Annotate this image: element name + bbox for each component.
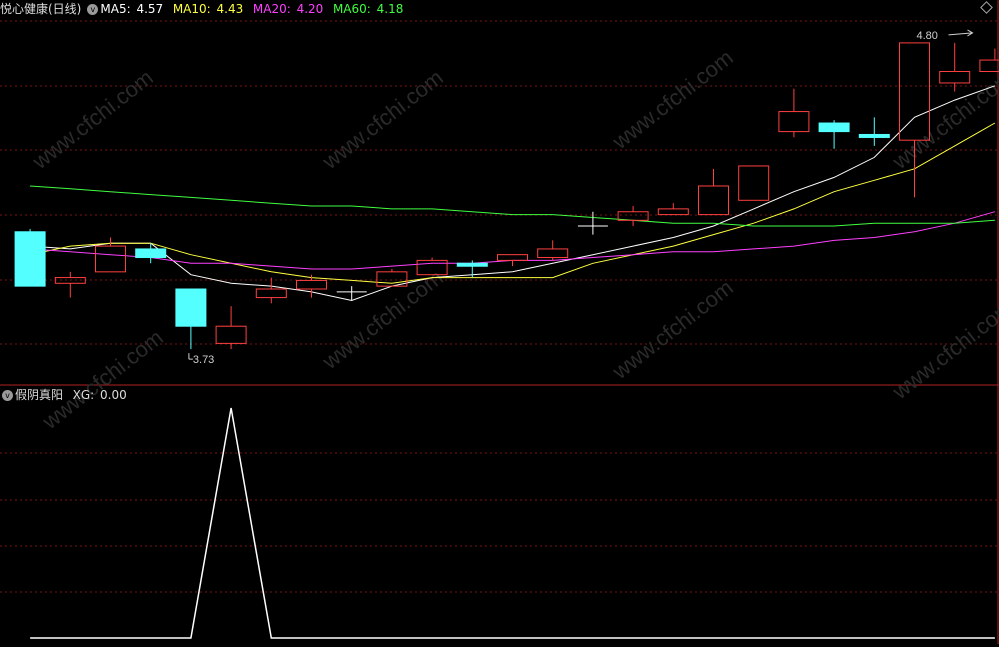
ma10-value: 4.43 [216,2,244,16]
candle[interactable] [537,240,569,261]
ma5-value: 4.57 [136,2,164,16]
candle-body [14,231,46,287]
annotation-arrow [948,29,974,37]
candle[interactable] [979,48,999,73]
candle-body [657,208,689,216]
xg-line [30,407,995,639]
xg-value: 0.00 [100,388,127,402]
ma5-line [30,85,996,302]
xg-label: XG: [72,388,95,402]
ma20-label: MA20: [252,2,291,16]
candle[interactable] [818,120,850,149]
candle-body [617,211,649,221]
settings-toggle-icon[interactable]: v [87,4,99,15]
watermark-text: www.cfchi.com [37,325,168,435]
candle[interactable] [778,88,810,138]
candle[interactable] [577,211,608,235]
chart-area[interactable]: www.cfchi.com www.cfchi.com www.cfchi.com w… [0,0,999,644]
ma10-label: MA10: [172,2,211,16]
price-annotation-label: 4.80 [917,30,938,42]
ma60-value: 4.18 [376,2,404,16]
candle[interactable] [858,117,890,146]
watermark-text: www.cfchi.com [27,65,158,175]
candle[interactable] [657,203,689,216]
candle-body [296,279,327,290]
candle[interactable] [497,254,528,267]
candle[interactable] [54,271,86,298]
stock-title[interactable]: 悦心健康(日线) [0,2,81,16]
candle-body [175,288,207,327]
price-annotations: 4.80 3.73 [188,29,974,366]
candle-body [95,245,126,273]
candlesticks[interactable] [14,42,999,350]
candle-body [818,122,850,133]
watermark-text: www.cfchi.com [887,295,999,405]
candle-body [135,248,167,259]
watermark-layer: www.cfchi.com www.cfchi.com www.cfchi.com w… [27,45,999,435]
indicator-title[interactable]: 假阴真阳 [15,388,63,402]
candle-body [738,165,770,201]
watermark-text: www.cfchi.com [607,45,738,155]
ma60-label: MA60: [332,2,371,16]
candle-body [537,248,569,259]
watermark-text: www.cfchi.com [317,265,448,375]
ma60-line [30,185,995,227]
candle-body [778,111,810,133]
candle[interactable] [255,277,287,304]
price-chart-svg[interactable]: www.cfchi.com www.cfchi.com www.cfchi.com w… [0,0,999,644]
candle[interactable] [14,228,46,287]
moving-average-lines [29,85,996,302]
candle[interactable] [175,288,207,350]
candle-body [858,133,890,138]
ma20-value: 4.20 [296,2,324,16]
candle-body [698,185,729,216]
price-annotation-label: 3.73 [193,354,214,366]
candle-body [456,262,488,267]
candle-body [497,254,528,261]
candle-body [939,71,971,84]
candle[interactable] [698,168,729,216]
candle[interactable] [215,306,247,350]
ma10-line [29,122,996,284]
candle-body [215,325,247,344]
indicator-lines [30,407,995,639]
watermark-text: www.cfchi.com [887,65,999,175]
watermark-text: www.cfchi.com [317,65,448,175]
indicator-legend: v 假阴真阳 XG: 0.00 [0,387,129,403]
gridlines [0,0,999,644]
main-legend: 悦心健康(日线) v MA5: 4.57 MA10: 4.43 MA20: 4.20… [0,1,405,17]
candle[interactable] [617,206,649,227]
candle[interactable] [939,42,971,92]
candle[interactable] [899,42,930,198]
ma5-label: MA5: [100,2,131,16]
settings-toggle-icon[interactable]: v [2,390,13,401]
candle-body [255,288,287,299]
watermark-text: www.cfchi.com [607,275,738,385]
candle[interactable] [738,165,770,201]
